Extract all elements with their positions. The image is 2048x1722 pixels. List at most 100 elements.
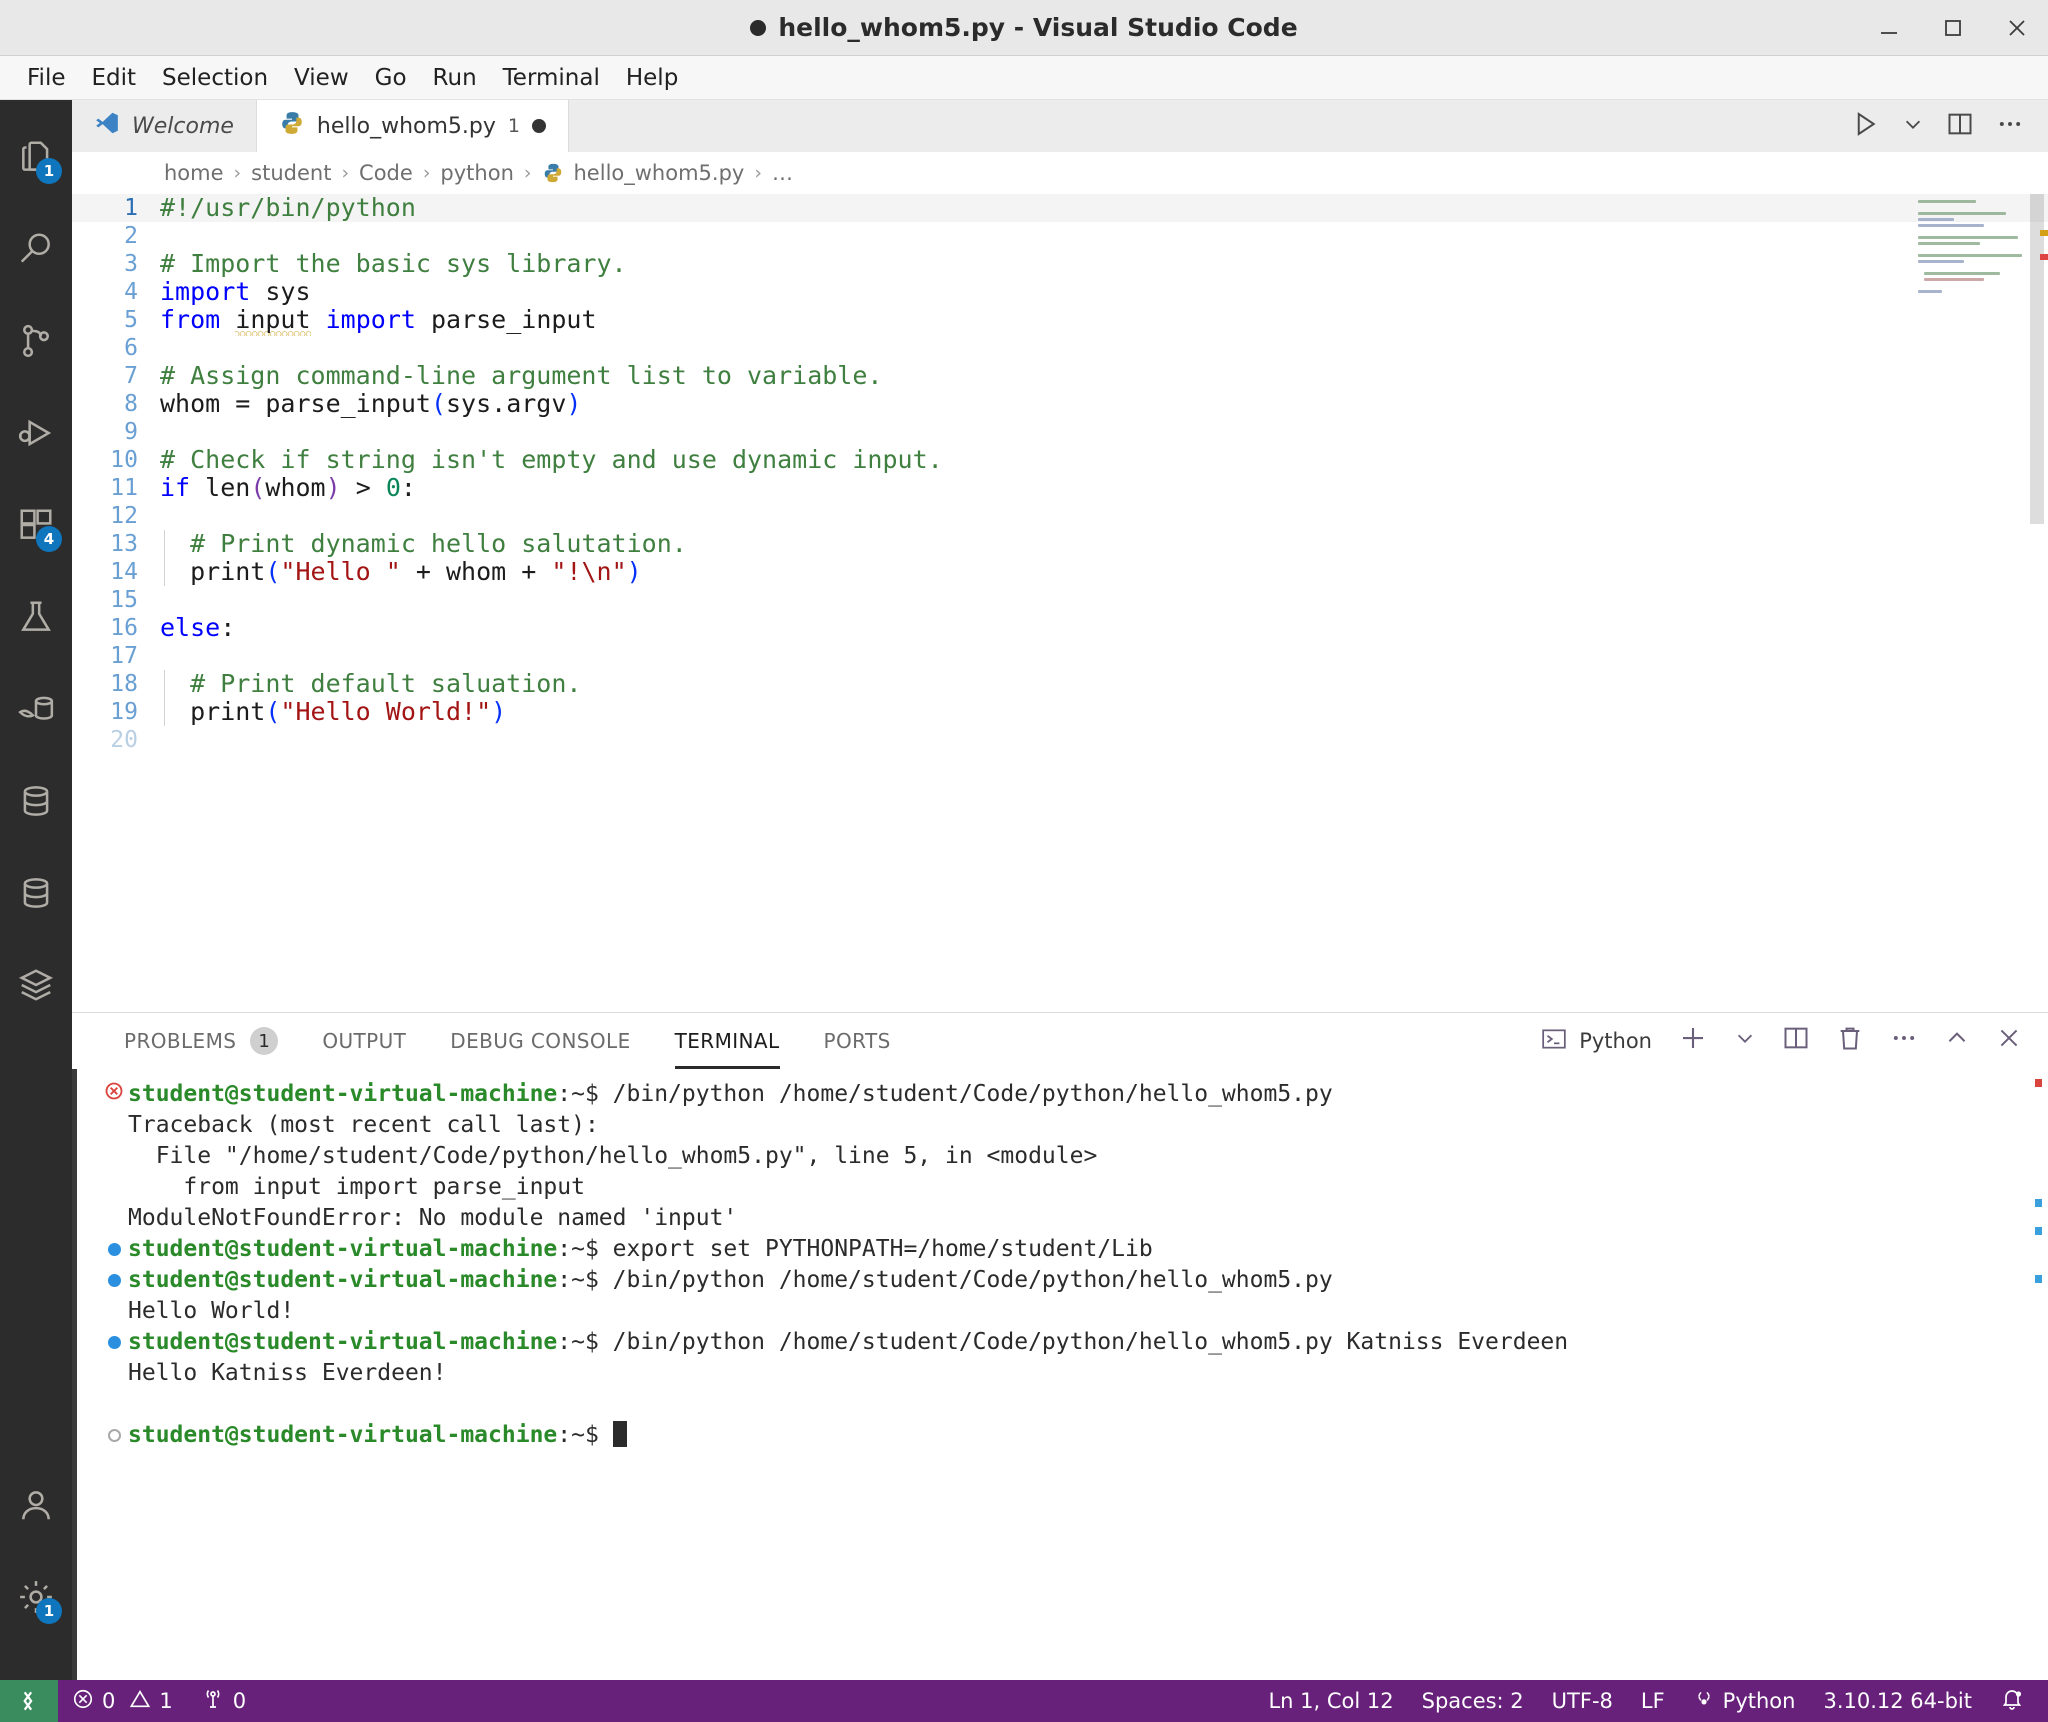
code-token: 0	[385, 473, 401, 502]
panel-tab-label: TERMINAL	[674, 1029, 780, 1053]
code-token: # Print dynamic hello salutation.	[160, 529, 687, 558]
menu-item-edit[interactable]: Edit	[79, 61, 150, 95]
code-line[interactable]: 11 if len(whom) > 0:	[72, 474, 2048, 502]
maximize-button[interactable]	[1936, 11, 1970, 45]
code-line[interactable]: 18 # Print default saluation.	[72, 670, 2048, 698]
sidebar-item-source-control[interactable]	[0, 306, 72, 376]
chevron-up-icon[interactable]	[1944, 1025, 1970, 1057]
code-line[interactable]: 14 print("Hello " + whom + "!\n")	[72, 558, 2048, 586]
code-line[interactable]: 6	[72, 334, 2048, 362]
status-editor-position[interactable]: Ln 1, Col 12	[1254, 1680, 1407, 1722]
line-number: 20	[110, 727, 138, 753]
editor-column: Welcome hello_whom5.py 1 home › student …	[72, 100, 2048, 1680]
code-line[interactable]: 8 whom = parse_input(sys.argv)	[72, 390, 2048, 418]
breadcrumb-item[interactable]: …	[772, 161, 793, 185]
sidebar-item-accounts[interactable]	[0, 1470, 72, 1540]
sidebar-item-search[interactable]	[0, 214, 72, 284]
menu-item-help[interactable]: Help	[613, 61, 691, 95]
tab-welcome[interactable]: Welcome	[72, 100, 257, 152]
terminal-line: Traceback (most recent call last):	[100, 1110, 2048, 1141]
play-icon[interactable]	[1850, 109, 1880, 143]
line-number: 18	[110, 671, 138, 697]
minimize-button[interactable]	[1872, 11, 1906, 45]
split-icon[interactable]	[1782, 1024, 1810, 1058]
breadcrumb: home › student › Code › python › hello_whom5.py ›…	[72, 152, 2048, 194]
code-line[interactable]: 20	[72, 726, 2048, 754]
status-radio-tower[interactable]: 0	[187, 1680, 260, 1722]
breadcrumb-item[interactable]: python	[440, 161, 513, 185]
chevron-down-icon[interactable]	[1902, 113, 1924, 139]
code-line[interactable]: 4 import sys	[72, 278, 2048, 306]
status-errors-warnings[interactable]: 0 1	[58, 1680, 187, 1722]
tab-dirty-indicator-icon[interactable]	[531, 119, 546, 133]
panel-tab-badge: 1	[250, 1027, 279, 1055]
menu-item-view[interactable]: View	[281, 61, 362, 95]
breadcrumb-item[interactable]: student	[251, 161, 331, 185]
sidebar-item-database-1[interactable]	[0, 766, 72, 836]
breadcrumb-item[interactable]: hello_whom5.py	[574, 161, 745, 185]
code-line[interactable]: 19 print("Hello World!")	[72, 698, 2048, 726]
explorer-badge: 1	[36, 158, 62, 184]
panel-tab-ports[interactable]: PORTS	[802, 1013, 913, 1069]
sidebar-item-run-and-debug[interactable]	[0, 398, 72, 468]
code-line[interactable]: 12	[72, 502, 2048, 530]
sidebar-item-layers[interactable]	[0, 950, 72, 1020]
ellipsis-icon[interactable]	[1890, 1024, 1918, 1058]
code-line[interactable]: 1 #!/usr/bin/python	[72, 194, 2048, 222]
breadcrumb-item[interactable]: Code	[359, 161, 413, 185]
terminal-profile-selector[interactable]: Python	[1541, 1026, 1652, 1057]
sidebar-item-extensions[interactable]: 4	[0, 490, 72, 560]
sidebar-item-explorer[interactable]: 1	[0, 122, 72, 192]
minimap[interactable]	[1918, 200, 2026, 293]
status-editor-language[interactable]: Python	[1679, 1680, 1810, 1722]
sidebar-item-database-2[interactable]	[0, 858, 72, 928]
code-lines: 1 #!/usr/bin/python 2 3 # Import the basic s…	[72, 194, 2048, 754]
code-token: whom = parse_input	[160, 389, 431, 418]
code-token: (	[265, 557, 281, 586]
code-line[interactable]: 10 # Check if string isn't empty and use …	[72, 446, 2048, 474]
status-notifications[interactable]	[1986, 1680, 2038, 1722]
split-editor-icon[interactable]	[1946, 110, 1974, 142]
code-line[interactable]: 9	[72, 418, 2048, 446]
code-line[interactable]: 15	[72, 586, 2048, 614]
menu-item-run[interactable]: Run	[420, 61, 490, 95]
plus-icon[interactable]	[1678, 1023, 1708, 1059]
line-number: 11	[110, 475, 138, 501]
status-editor-encoding[interactable]: UTF-8	[1538, 1680, 1627, 1722]
menu-item-go[interactable]: Go	[362, 61, 420, 95]
code-line[interactable]: 16 else:	[72, 614, 2048, 642]
status-editor-eol[interactable]: LF	[1627, 1680, 1679, 1722]
tab-hello-whom5-py[interactable]: hello_whom5.py 1	[256, 100, 569, 152]
terminal-output[interactable]: student@student-virtual-machine:~$ /bin/…	[72, 1069, 2048, 1680]
status-python-interpreter[interactable]: 3.10.12 64-bit	[1809, 1680, 1986, 1722]
sidebar-item-settings[interactable]: 1	[0, 1562, 72, 1632]
python-icon	[279, 110, 305, 142]
ellipsis-icon[interactable]	[1996, 110, 2024, 142]
code-line[interactable]: 17	[72, 642, 2048, 670]
bell-dot-icon[interactable]	[2000, 1687, 2024, 1716]
menu-item-terminal[interactable]: Terminal	[490, 61, 613, 95]
sidebar-item-mysql[interactable]	[0, 674, 72, 744]
code-line[interactable]: 3 # Import the basic sys library.	[72, 250, 2048, 278]
close-icon[interactable]	[1996, 1025, 2022, 1057]
close-button[interactable]	[2000, 11, 2034, 45]
code-line[interactable]: 2	[72, 222, 2048, 250]
menu-item-file[interactable]: File	[14, 61, 79, 95]
sidebar-item-testing[interactable]	[0, 582, 72, 652]
terminal-command: /bin/python /home/student/Code/python/he…	[598, 1267, 1333, 1293]
panel-tab-problems[interactable]: PROBLEMS 1	[102, 1013, 300, 1069]
trash-icon[interactable]	[1836, 1024, 1864, 1058]
chevron-down-icon[interactable]	[1734, 1027, 1756, 1055]
remote-window-button[interactable]	[0, 1680, 58, 1722]
code-text: whom = parse_input(sys.argv)	[160, 390, 581, 418]
status-editor-indentation[interactable]: Spaces: 2	[1408, 1680, 1538, 1722]
panel-tab-output[interactable]: OUTPUT	[300, 1013, 428, 1069]
code-line[interactable]: 7 # Assign command-line argument list to …	[72, 362, 2048, 390]
code-editor[interactable]: 1 #!/usr/bin/python 2 3 # Import the basic s…	[72, 194, 2048, 1012]
code-line[interactable]: 5 from input import parse_input	[72, 305, 2048, 339]
panel-tab-debug-console[interactable]: DEBUG CONSOLE	[428, 1013, 652, 1069]
breadcrumb-item[interactable]: home	[164, 161, 224, 185]
code-line[interactable]: 13 # Print dynamic hello salutation.	[72, 530, 2048, 558]
panel-tab-terminal[interactable]: TERMINAL	[653, 1013, 802, 1069]
menu-item-selection[interactable]: Selection	[149, 61, 281, 95]
